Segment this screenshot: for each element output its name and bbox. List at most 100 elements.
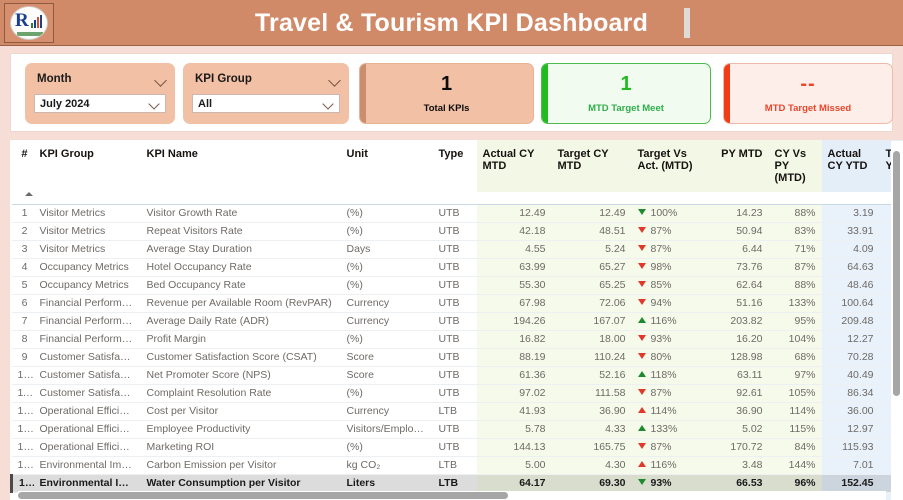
horizontal-scrollbar-thumb[interactable] [18,492,508,499]
cell-index: 15 [11,456,34,475]
target-vs-act-percent: 85% [650,278,672,291]
cell-target-vs-act-mtd: 100% [631,204,711,223]
cell-target-cy-mtd: 69.30 [551,474,632,493]
cell-kpi-name: Customer Satisfaction Score (CSAT) [140,348,341,367]
horizontal-scrollbar[interactable] [18,491,886,500]
cell-unit: Visitors/Employee [340,420,433,439]
cell-py-mtd: 66.53 [710,474,769,493]
table-row[interactable]: 9 Customer Satisfaction Customer Satisfact… [11,348,903,367]
bar-chart-icon [31,15,42,28]
card-accent-bar [360,64,366,123]
kpi-table-container[interactable]: # KPI Group KPI Name Unit Type Actual CY… [10,140,903,500]
card-total-kpis[interactable]: 1 Total KPIs [359,63,534,124]
table-row[interactable]: 12 Operational Efficiency Cost per Visitor… [11,402,903,421]
cell-unit: (%) [340,258,433,277]
cell-cy-vs-py-mtd: 68% [768,348,822,367]
cell-py-mtd: 51.16 [710,294,769,313]
cell-kpi-group: Financial Performance [33,294,141,313]
cell-kpi-name: Cost per Visitor [140,402,341,421]
triangle-up-icon [637,370,646,377]
triangle-down-icon [637,334,646,341]
cell-target-cy-mtd: 4.30 [551,456,632,475]
slicer-kpi-group[interactable]: KPI Group All [183,63,349,124]
cell-py-mtd: 5.02 [710,420,769,439]
cell-target-vs-act-mtd: 114% [631,402,711,421]
cell-actual-cy-mtd: 194.26 [476,312,552,331]
col-header-target-cy-mtd[interactable]: Target CY MTD [551,140,632,192]
table-row[interactable]: 8 Financial Performance Profit Margin (%) UT… [11,330,903,349]
card-mtd-target-meet[interactable]: 1 MTD Target Meet [541,63,711,124]
cell-type: UTB [432,420,477,439]
sort-spacer [340,192,433,205]
cell-target-vs-act-mtd: 87% [631,438,711,457]
table-row[interactable]: 14 Operational Efficiency Marketing ROI (%)… [11,438,903,457]
cell-target-vs-act-mtd: 87% [631,240,711,259]
card-mtd-target-missed-value: -- [800,72,816,95]
cell-kpi-name: Repeat Visitors Rate [140,222,341,241]
col-header-kpi-group[interactable]: KPI Group [33,140,141,192]
table-row[interactable]: 13 Operational Efficiency Employee Product… [11,420,903,439]
chevron-down-icon[interactable] [154,74,167,87]
col-header-kpi-name[interactable]: KPI Name [140,140,341,192]
triangle-down-icon [637,208,646,215]
col-header-actual-cy-ytd[interactable]: Actual CY YTD [821,140,880,192]
cell-kpi-name: Average Daily Rate (ADR) [140,312,341,331]
chevron-down-icon[interactable] [148,98,160,110]
cell-kpi-group: Visitor Metrics [33,222,141,241]
cell-kpi-name: Marketing ROI [140,438,341,457]
target-vs-act-percent: 94% [650,296,672,309]
table-row[interactable]: 10 Customer Satisfaction Net Promoter Scor… [11,366,903,385]
cell-unit: Days [340,240,433,259]
cell-index: 12 [11,402,34,421]
cell-cy-vs-py-mtd: 96% [768,474,822,493]
triangle-down-icon [637,478,646,485]
table-row[interactable]: 1 Visitor Metrics Visitor Growth Rate (%) UT… [11,204,903,223]
cell-actual-cy-ytd: 48.46 [821,276,880,295]
table-row[interactable]: 15 Environmental Impact Carbon Emission pe… [11,456,903,475]
card-accent-bar [542,64,548,123]
table-row[interactable]: 11 Customer Satisfaction Complaint Resolut… [11,384,903,403]
cell-cy-vs-py-mtd: 115% [768,420,822,439]
cell-actual-cy-ytd: 209.48 [821,312,880,331]
sort-spacer [476,192,552,205]
cell-target-vs-act-mtd: 93% [631,330,711,349]
cell-index: 3 [11,240,34,259]
table-row[interactable]: 2 Visitor Metrics Repeat Visitors Rate (%) U… [11,222,903,241]
chevron-down-icon[interactable] [328,74,341,87]
col-header-py-mtd[interactable]: PY MTD [710,140,769,192]
col-header-actual-cy-mtd[interactable]: Actual CY MTD [476,140,552,192]
triangle-down-icon [637,388,646,395]
col-header-cy-vs-py-mtd[interactable]: CY Vs PY (MTD) [768,140,822,192]
table-row[interactable]: 3 Visitor Metrics Average Stay Duration Day… [11,240,903,259]
cell-type: UTB [432,384,477,403]
cell-unit: Liters [340,474,433,493]
month-selected-value: July 2024 [40,97,90,110]
header-row: # KPI Group KPI Name Unit Type Actual CY… [11,140,903,192]
cell-target-cy-mtd: 72.06 [551,294,632,313]
col-header-unit[interactable]: Unit [340,140,433,192]
cell-target-cy-mtd: 65.25 [551,276,632,295]
cell-index: 10 [11,366,34,385]
table-row[interactable]: 7 Financial Performance Average Daily Rate… [11,312,903,331]
chevron-down-icon[interactable] [322,98,334,110]
vertical-scrollbar[interactable] [891,141,903,500]
vertical-scrollbar-thumb[interactable] [893,151,900,396]
slicer-month[interactable]: Month July 2024 [25,63,175,124]
table-row[interactable]: 4 Occupancy Metrics Hotel Occupancy Rate (%… [11,258,903,277]
sort-ascending-icon[interactable] [11,192,34,205]
table-row[interactable]: 16 Environmental Impact Water Consumption … [10,474,903,493]
cell-actual-cy-ytd: 70.28 [821,348,880,367]
month-dropdown[interactable]: July 2024 [34,94,166,113]
table-row[interactable]: 6 Financial Performance Revenue per Availa… [11,294,903,313]
card-mtd-target-missed[interactable]: -- MTD Target Missed [723,63,893,124]
kpi-group-dropdown[interactable]: All [192,94,340,113]
cell-actual-cy-mtd: 67.98 [476,294,552,313]
table-row[interactable]: 5 Occupancy Metrics Bed Occupancy Rate (%) U… [11,276,903,295]
col-header-type[interactable]: Type [432,140,477,192]
cell-actual-cy-mtd: 12.49 [476,204,552,223]
col-header-target-vs-act-mtd[interactable]: Target Vs Act. (MTD) [631,140,711,192]
cell-actual-cy-ytd: 33.91 [821,222,880,241]
cell-cy-vs-py-mtd: 84% [768,438,822,457]
sort-spacer [33,192,141,205]
col-header-index[interactable]: # [11,140,34,192]
